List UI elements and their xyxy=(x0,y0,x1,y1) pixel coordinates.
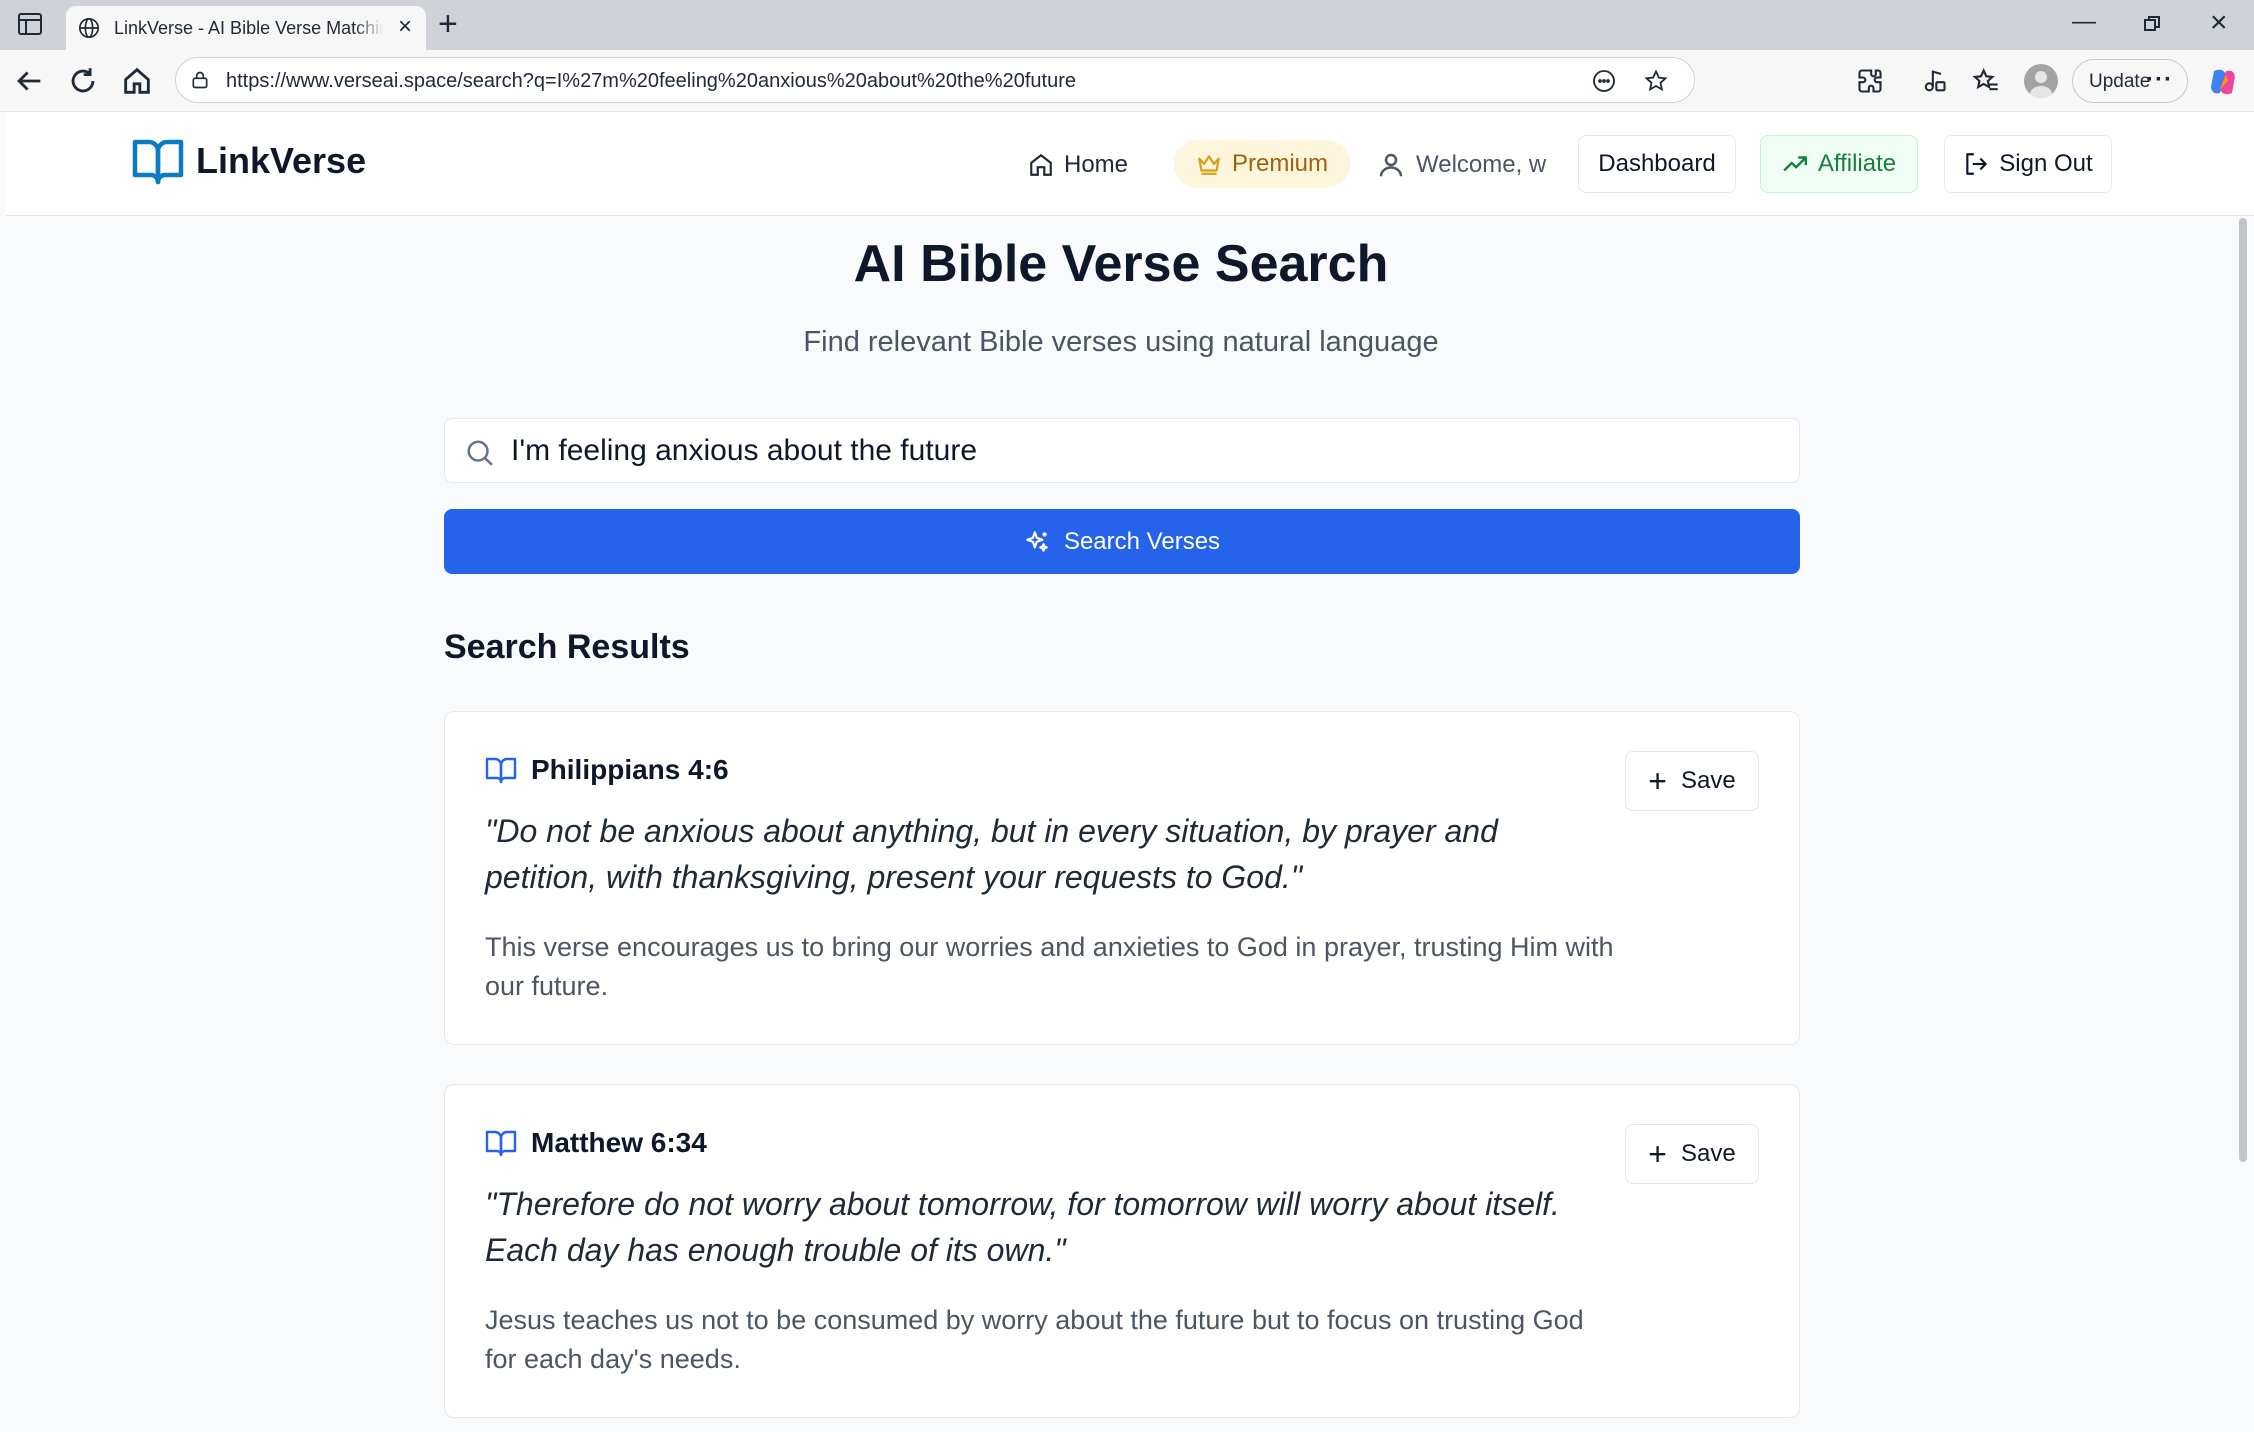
minimize-icon[interactable]: — xyxy=(2072,8,2096,36)
search-box[interactable] xyxy=(444,418,1800,483)
affiliate-label: Affiliate xyxy=(1817,150,1897,177)
update-button[interactable]: Update ··· xyxy=(2072,59,2188,103)
affiliate-button[interactable]: Affiliate xyxy=(1760,135,1918,193)
update-label: Update xyxy=(2089,71,2151,92)
save-label: Save xyxy=(1680,1140,1736,1167)
book-logo-icon[interactable] xyxy=(132,138,184,186)
search-verses-button[interactable]: Search Verses xyxy=(444,509,1800,574)
sparkles-icon xyxy=(1026,530,1048,552)
welcome-label: Welcome, w xyxy=(1416,151,1547,178)
sign-out-label: Sign Out xyxy=(1999,150,2093,177)
plus-icon: + xyxy=(1648,1136,1667,1172)
nav-premium-label: Premium xyxy=(1231,150,1328,177)
copilot-icon[interactable] xyxy=(2206,65,2240,99)
results-heading: Search Results xyxy=(444,628,690,666)
more-menu-icon[interactable]: ··· xyxy=(2146,66,2173,94)
media-icon[interactable] xyxy=(1920,67,1948,95)
more-options-circle-icon[interactable] xyxy=(1592,69,1616,93)
brand-name[interactable]: LinkVerse xyxy=(196,140,366,182)
reload-icon[interactable] xyxy=(66,64,100,98)
verse-explanation: This verse encourages us to bring our wo… xyxy=(485,932,1614,1001)
site-info-icon[interactable] xyxy=(190,70,210,90)
close-tab-icon[interactable]: × xyxy=(398,15,412,39)
home-icon xyxy=(1030,153,1052,176)
browser-tab-bar: LinkVerse - AI Bible Verse Matching × + … xyxy=(0,0,2254,50)
save-label: Save xyxy=(1680,767,1736,794)
verse-text: "Do not be anxious about anything, but i… xyxy=(485,813,1498,895)
save-button[interactable]: + Save xyxy=(1625,751,1759,811)
search-input[interactable] xyxy=(511,429,1771,473)
address-bar[interactable]: https://www.verseai.space/search?q=I%27m… xyxy=(175,57,1695,103)
tab-title: LinkVerse - AI Bible Verse Matching xyxy=(114,18,384,39)
page-scrollbar[interactable] xyxy=(2236,216,2250,1432)
verse-reference: Matthew 6:34 xyxy=(531,1127,707,1158)
dashboard-label: Dashboard xyxy=(1598,150,1716,177)
search-verses-label: Search Verses xyxy=(1063,527,1221,555)
home-icon[interactable] xyxy=(120,64,154,98)
verse-explanation: Jesus teaches us not to be consumed by w… xyxy=(485,1305,1584,1374)
result-card: Philippians 4:6 "Do not be anxious about… xyxy=(444,711,1800,1045)
result-card: Matthew 6:34 "Therefore do not worry abo… xyxy=(444,1084,1800,1418)
nav-premium[interactable]: Premium xyxy=(1174,140,1350,188)
tab-actions-icon[interactable] xyxy=(18,13,42,35)
page-title: AI Bible Verse Search xyxy=(853,235,1389,293)
trending-up-icon xyxy=(1783,156,1807,172)
crown-icon xyxy=(1198,155,1220,175)
dashboard-button[interactable]: Dashboard xyxy=(1578,135,1736,193)
save-button[interactable]: + Save xyxy=(1625,1124,1759,1184)
nav-home[interactable]: Home xyxy=(1028,140,1128,190)
extensions-icon[interactable] xyxy=(1856,67,1884,95)
favorites-icon[interactable] xyxy=(1972,67,2000,95)
nav-home-label: Home xyxy=(1064,151,1129,178)
user-icon xyxy=(1379,153,1403,177)
verse-reference: Philippians 4:6 xyxy=(531,754,729,785)
browser-tab[interactable]: LinkVerse - AI Bible Verse Matching × xyxy=(66,6,426,50)
book-icon xyxy=(485,757,517,784)
sign-out-button[interactable]: Sign Out xyxy=(1944,135,2112,193)
globe-icon xyxy=(79,18,99,38)
restore-icon[interactable] xyxy=(2142,14,2162,34)
profile-avatar-icon[interactable] xyxy=(2024,64,2058,98)
book-icon xyxy=(485,1130,517,1157)
favorite-star-icon[interactable] xyxy=(1644,69,1668,93)
sign-out-icon xyxy=(1966,153,1988,175)
welcome-user: Welcome, w xyxy=(1376,140,1546,190)
back-icon[interactable] xyxy=(12,64,46,98)
scrollbar-thumb[interactable] xyxy=(2239,218,2247,1162)
browser-toolbar: https://www.verseai.space/search?q=I%27m… xyxy=(0,50,2254,112)
new-tab-icon[interactable]: + xyxy=(438,6,458,42)
page-subtitle: Find relevant Bible verses using natural… xyxy=(803,326,1439,358)
url-text[interactable]: https://www.verseai.space/search?q=I%27m… xyxy=(226,70,1076,93)
plus-icon: + xyxy=(1648,763,1667,799)
verse-text: "Therefore do not worry about tomorrow, … xyxy=(485,1186,1560,1268)
window-close-icon[interactable]: × xyxy=(2210,6,2228,40)
site-header: LinkVerse Home Premium Welcome, w Dashbo… xyxy=(6,112,2254,216)
search-icon xyxy=(467,440,493,466)
